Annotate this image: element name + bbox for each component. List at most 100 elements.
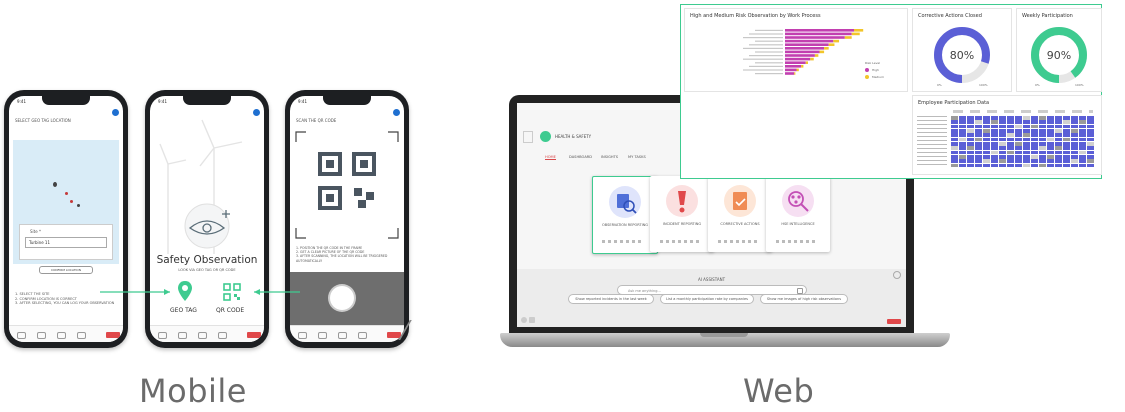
settings-icon[interactable]: [893, 271, 901, 279]
grid-cell: [1007, 159, 1015, 163]
category-label: [755, 62, 783, 64]
phone-notch: [323, 96, 371, 105]
grid-cell: [1063, 146, 1071, 150]
grid-cell: [1007, 116, 1015, 120]
grid-cell: [1055, 159, 1063, 163]
grid-cell: [1047, 142, 1055, 146]
gauge-min: 0%: [1035, 83, 1040, 87]
grid-cell: [1063, 133, 1071, 137]
grid-cell: [983, 146, 991, 150]
nav-home[interactable]: HOME: [545, 155, 556, 160]
bar-medium[interactable]: [854, 29, 864, 32]
grid-cell: [983, 116, 991, 120]
bar-high[interactable]: [785, 57, 811, 61]
nav-dashboard[interactable]: DASHBOARD: [569, 155, 592, 159]
grid-cell: [1015, 150, 1023, 155]
grid-cell: [1079, 163, 1087, 168]
bar-high[interactable]: [785, 68, 797, 72]
bar-medium[interactable]: [833, 39, 840, 43]
grid-cell: [1071, 129, 1079, 133]
exclamation-icon: [666, 185, 698, 217]
bar-high[interactable]: [785, 32, 852, 36]
bar-high[interactable]: [785, 39, 834, 43]
grid-cell: [1039, 120, 1047, 124]
bar-medium[interactable]: [828, 43, 835, 46]
grid-cell: [1047, 146, 1055, 150]
bar-medium[interactable]: [819, 50, 825, 54]
grid-cell: [959, 159, 967, 163]
bar-medium[interactable]: [796, 68, 799, 72]
bar-medium[interactable]: [844, 36, 852, 39]
suggestion-pill[interactable]: Show reported incidents in the last week: [568, 294, 654, 304]
grid-cell: [1055, 124, 1063, 129]
grid-cell: [1031, 150, 1039, 155]
grid-cell: [1023, 120, 1031, 124]
participation-grid[interactable]: [951, 116, 1095, 168]
sidebar-toggle-icon[interactable]: [523, 131, 533, 143]
bar-high[interactable]: [785, 50, 820, 54]
bar-high[interactable]: [785, 47, 825, 50]
grid-cell: [1047, 116, 1055, 120]
nav-insights[interactable]: INSIGHTS: [601, 155, 618, 159]
grid-cell: [951, 150, 959, 155]
grid-cell: [967, 129, 975, 133]
grid-cell: [959, 150, 967, 155]
suggestion-pill[interactable]: Show me images of high risk observations: [760, 294, 848, 304]
grid-cell: [1087, 163, 1095, 168]
grid-cell: [1047, 124, 1055, 129]
grid-cell: [959, 146, 967, 150]
grid-cell: [1007, 124, 1015, 129]
grid-cell: [1015, 159, 1023, 163]
bar-medium[interactable]: [801, 65, 804, 68]
report-button[interactable]: [887, 319, 901, 324]
grid-cell: [967, 163, 975, 168]
grid-cell: [975, 146, 983, 150]
grid-cell: [1039, 150, 1047, 155]
bar-high[interactable]: [785, 72, 795, 75]
grid-cell: [975, 129, 983, 133]
grid-cell: [991, 129, 999, 133]
grid-cell: [1079, 120, 1087, 124]
grid-cell: [951, 129, 959, 133]
nav-my-tasks[interactable]: MY TASKS: [628, 155, 646, 159]
bar-medium[interactable]: [814, 54, 819, 57]
grid-cell: [1039, 146, 1047, 150]
grid-cell: [1015, 142, 1023, 146]
bar-high[interactable]: [785, 29, 854, 32]
grid-cell: [1087, 137, 1095, 142]
grid-cell: [1079, 137, 1087, 142]
bar-medium[interactable]: [824, 47, 829, 50]
legend-marker-high: [865, 68, 869, 72]
grid-cell: [991, 137, 999, 142]
chat-icon[interactable]: [529, 317, 535, 323]
grid-cell: [951, 120, 959, 124]
category-label: [755, 73, 783, 75]
bar-high[interactable]: [785, 61, 806, 64]
bar-high[interactable]: [785, 54, 815, 57]
grid-cell: [991, 133, 999, 137]
grid-cell: [1039, 116, 1047, 120]
grid-cell: [1023, 163, 1031, 168]
legend-marker-medium: [865, 75, 869, 79]
grid-cell: [959, 124, 967, 129]
help-icon[interactable]: [521, 317, 527, 323]
grid-cell: [1071, 124, 1079, 129]
grid-cell: [1039, 137, 1047, 142]
grid-cell: [1055, 155, 1063, 159]
category-label: [743, 37, 783, 39]
grid-cell: [959, 155, 967, 159]
bar-high[interactable]: [785, 36, 845, 39]
grid-cell: [991, 155, 999, 159]
grid-cell: [983, 120, 991, 124]
suggestion-pill[interactable]: List a monthly participation rate by com…: [660, 294, 754, 304]
bar-medium[interactable]: [851, 32, 860, 36]
grid-cell: [1055, 163, 1063, 168]
bar-high[interactable]: [785, 65, 802, 68]
brand-name: HEALTH & SAFETY: [555, 134, 592, 139]
risk-bar-chart[interactable]: [685, 21, 907, 91]
bar-medium[interactable]: [794, 72, 796, 75]
bar-medium[interactable]: [805, 61, 808, 64]
bar-high[interactable]: [785, 43, 829, 46]
bar-medium[interactable]: [810, 57, 814, 61]
grid-cell: [1031, 146, 1039, 150]
